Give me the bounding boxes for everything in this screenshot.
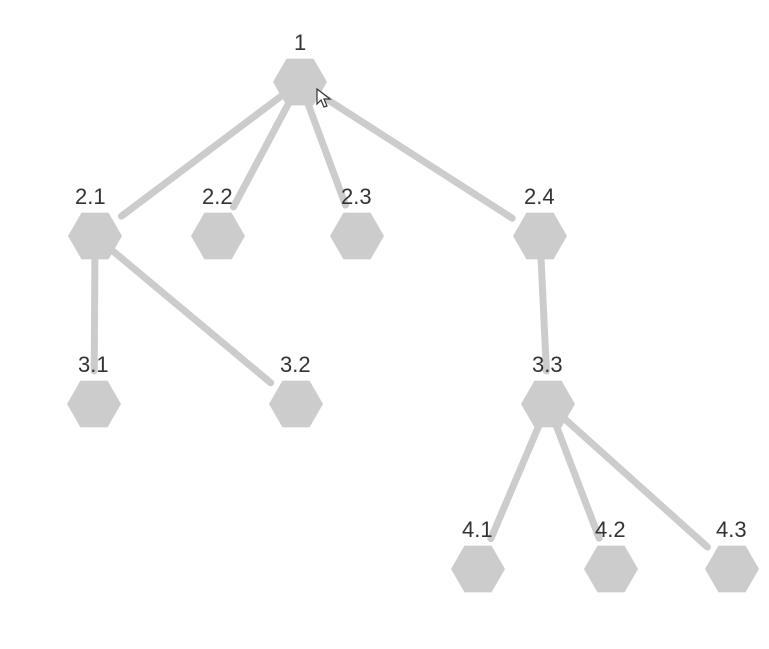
edge-n3_3-n4_1: [491, 424, 540, 539]
node-label-n1: 1: [294, 30, 306, 56]
node-label-n3_2: 3.2: [280, 352, 311, 378]
node-label-n2_1: 2.1: [75, 184, 106, 210]
node-n4_2: [584, 546, 638, 593]
edge-n1-n2_2: [234, 101, 290, 207]
edge-n1-n2_3: [308, 102, 346, 205]
node-label-n2_3: 2.3: [341, 184, 372, 210]
node-label-n3_3: 3.3: [532, 352, 563, 378]
node-n4_3: [705, 546, 759, 593]
node-label-n2_2: 2.2: [202, 184, 233, 210]
tree-diagram: [0, 0, 769, 649]
node-label-n2_4: 2.4: [524, 184, 555, 210]
edge-n3_3-n4_3: [564, 418, 707, 547]
node-n3_1: [67, 381, 121, 428]
node-label-n4_1: 4.1: [462, 517, 493, 543]
node-n2_3: [330, 213, 384, 260]
node-n4_1: [451, 546, 505, 593]
node-label-n4_2: 4.2: [595, 517, 626, 543]
node-label-n4_3: 4.3: [716, 517, 747, 543]
edge-n2_1-n3_2: [112, 250, 271, 383]
node-n2_2: [191, 213, 245, 260]
node-label-n3_1: 3.1: [78, 352, 109, 378]
node-n2_4: [513, 213, 567, 260]
node-n3_2: [269, 381, 323, 428]
